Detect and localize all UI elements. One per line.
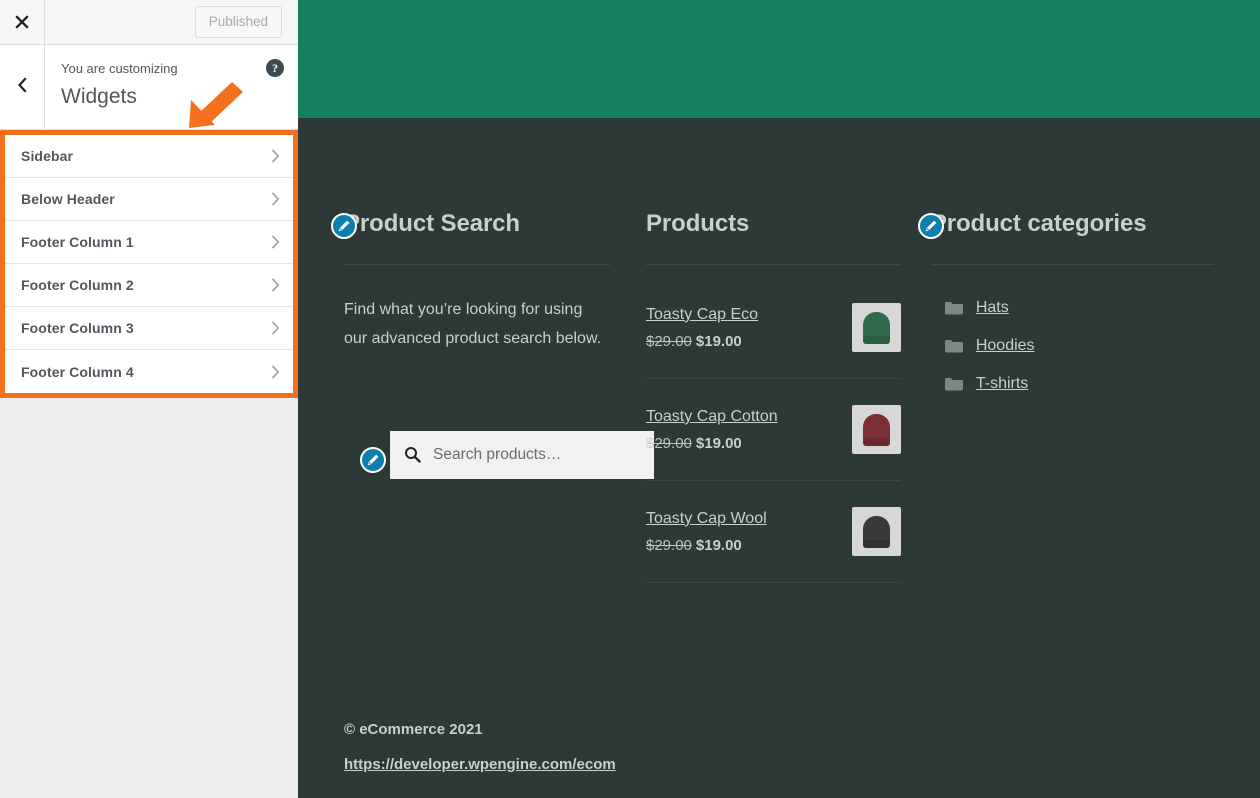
sidebar-item-sidebar[interactable]: Sidebar bbox=[5, 135, 293, 178]
close-button[interactable] bbox=[0, 0, 45, 44]
publish-button[interactable]: Published bbox=[195, 6, 282, 39]
chevron-right-icon bbox=[270, 277, 281, 293]
widget-title-wrapper: Product categories bbox=[931, 210, 1214, 238]
customizer-screen: Published You are customizing Widgets ? … bbox=[0, 0, 1260, 798]
search-icon bbox=[404, 446, 421, 463]
chevron-right-icon bbox=[270, 320, 281, 336]
chevron-right-icon bbox=[270, 191, 281, 207]
widget-products: Products Toasty Cap Eco $29.00$19.00 bbox=[646, 210, 931, 583]
page-title: Widgets bbox=[61, 82, 284, 111]
pencil-edit-icon-search-widget[interactable] bbox=[360, 447, 386, 473]
product-list: Toasty Cap Eco $29.00$19.00 bbox=[646, 275, 901, 583]
customizing-kicker: You are customizing bbox=[61, 59, 284, 79]
preview-footer: © eCommerce 2021 https://developer.wpeng… bbox=[344, 718, 616, 774]
widget-product-search: Product Search Find what you’re looking … bbox=[344, 210, 646, 583]
sidebar-item-below-header[interactable]: Below Header bbox=[5, 178, 293, 221]
product-thumbnail-red-beanie[interactable] bbox=[852, 405, 901, 454]
footer-site-link[interactable]: https://developer.wpengine.com/ecom bbox=[344, 756, 616, 773]
chevron-right-icon bbox=[270, 364, 281, 380]
close-icon bbox=[14, 14, 30, 30]
product-thumbnail-black-beanie[interactable] bbox=[852, 507, 901, 556]
product-old-price: $29.00 bbox=[646, 333, 692, 350]
widget-area-label: Footer Column 4 bbox=[21, 364, 270, 380]
search-input[interactable]: Search products… bbox=[390, 431, 654, 479]
widget-title-wrapper: Products bbox=[646, 210, 901, 238]
sidebar-item-footer-column-4[interactable]: Footer Column 4 bbox=[5, 350, 293, 393]
product-old-price: $29.00 bbox=[646, 435, 692, 452]
footer-copyright: © eCommerce 2021 bbox=[344, 718, 616, 742]
site-preview: Product Search Find what you’re looking … bbox=[298, 0, 1260, 798]
widget-title: Product Search bbox=[344, 210, 520, 237]
product-name-link[interactable]: Toasty Cap Cotton bbox=[646, 406, 778, 428]
product-old-price: $29.00 bbox=[646, 537, 692, 554]
sidebar-item-footer-column-1[interactable]: Footer Column 1 bbox=[5, 221, 293, 264]
customizer-header: You are customizing Widgets ? bbox=[0, 45, 298, 130]
widget-area-label: Footer Column 1 bbox=[21, 234, 270, 250]
customizer-title-area: You are customizing Widgets ? bbox=[45, 45, 298, 129]
folder-icon bbox=[945, 301, 963, 315]
list-item[interactable]: Toasty Cap Wool $29.00$19.00 bbox=[646, 481, 901, 583]
chevron-right-icon bbox=[270, 234, 281, 250]
list-item[interactable]: Toasty Cap Eco $29.00$19.00 bbox=[646, 275, 901, 379]
help-icon[interactable]: ? bbox=[266, 59, 284, 77]
product-new-price: $19.00 bbox=[696, 537, 742, 554]
category-link[interactable]: T-shirts bbox=[976, 375, 1028, 393]
product-price: $29.00$19.00 bbox=[646, 333, 840, 350]
folder-icon bbox=[945, 377, 963, 391]
product-thumbnail-green-beanie[interactable] bbox=[852, 303, 901, 352]
widget-area-label: Footer Column 2 bbox=[21, 277, 270, 293]
sidebar-item-footer-column-3[interactable]: Footer Column 3 bbox=[5, 307, 293, 350]
widget-title: Product categories bbox=[931, 210, 1147, 237]
widget-area-label: Sidebar bbox=[21, 148, 270, 164]
publish-area: Published bbox=[195, 0, 298, 44]
product-name-link[interactable]: Toasty Cap Wool bbox=[646, 508, 767, 530]
preview-body: Product Search Find what you’re looking … bbox=[298, 118, 1260, 583]
product-info: Toasty Cap Cotton $29.00$19.00 bbox=[646, 406, 852, 453]
widget-title-wrapper: Product Search bbox=[344, 210, 610, 238]
product-new-price: $19.00 bbox=[696, 435, 742, 452]
beanie-shape bbox=[863, 516, 890, 548]
list-item[interactable]: Hats bbox=[931, 289, 1214, 327]
category-link[interactable]: Hats bbox=[976, 299, 1009, 317]
chevron-right-icon bbox=[270, 148, 281, 164]
chevron-left-icon bbox=[16, 77, 28, 98]
back-button[interactable] bbox=[0, 45, 45, 129]
widget-divider bbox=[646, 264, 901, 265]
widget-areas-list: Sidebar Below Header Footer Column 1 bbox=[0, 130, 298, 398]
folder-icon bbox=[945, 339, 963, 353]
category-link[interactable]: Hoodies bbox=[976, 337, 1035, 355]
widget-product-categories: Product categories Hats bbox=[931, 210, 1214, 583]
list-item[interactable]: Hoodies bbox=[931, 327, 1214, 365]
beanie-shape bbox=[863, 414, 890, 446]
category-list: Hats Hoodies bbox=[931, 289, 1214, 403]
widget-area-label: Below Header bbox=[21, 191, 270, 207]
product-search-description: Find what you’re looking for using our a… bbox=[344, 265, 606, 353]
product-info: Toasty Cap Wool $29.00$19.00 bbox=[646, 508, 852, 555]
widget-columns: Product Search Find what you’re looking … bbox=[344, 118, 1214, 583]
product-price: $29.00$19.00 bbox=[646, 435, 840, 452]
sidebar-item-footer-column-2[interactable]: Footer Column 2 bbox=[5, 264, 293, 307]
customizer-topbar: Published bbox=[0, 0, 298, 45]
product-name-link[interactable]: Toasty Cap Eco bbox=[646, 304, 758, 326]
product-price: $29.00$19.00 bbox=[646, 537, 840, 554]
product-new-price: $19.00 bbox=[696, 333, 742, 350]
widget-area-label: Footer Column 3 bbox=[21, 320, 270, 336]
topbar-spacer bbox=[45, 0, 195, 44]
widget-title: Products bbox=[646, 210, 749, 237]
product-info: Toasty Cap Eco $29.00$19.00 bbox=[646, 304, 852, 351]
list-item[interactable]: T-shirts bbox=[931, 365, 1214, 403]
beanie-shape bbox=[863, 312, 890, 344]
preview-hero-banner bbox=[298, 0, 1260, 118]
customizer-panel: Published You are customizing Widgets ? … bbox=[0, 0, 298, 798]
widget-divider bbox=[931, 264, 1214, 265]
search-widget: Search products… bbox=[344, 431, 610, 479]
search-placeholder-text: Search products… bbox=[433, 446, 561, 464]
pencil-edit-icon-product-categories[interactable] bbox=[918, 213, 944, 239]
list-item[interactable]: Toasty Cap Cotton $29.00$19.00 bbox=[646, 379, 901, 481]
pencil-edit-icon-product-search[interactable] bbox=[331, 213, 357, 239]
